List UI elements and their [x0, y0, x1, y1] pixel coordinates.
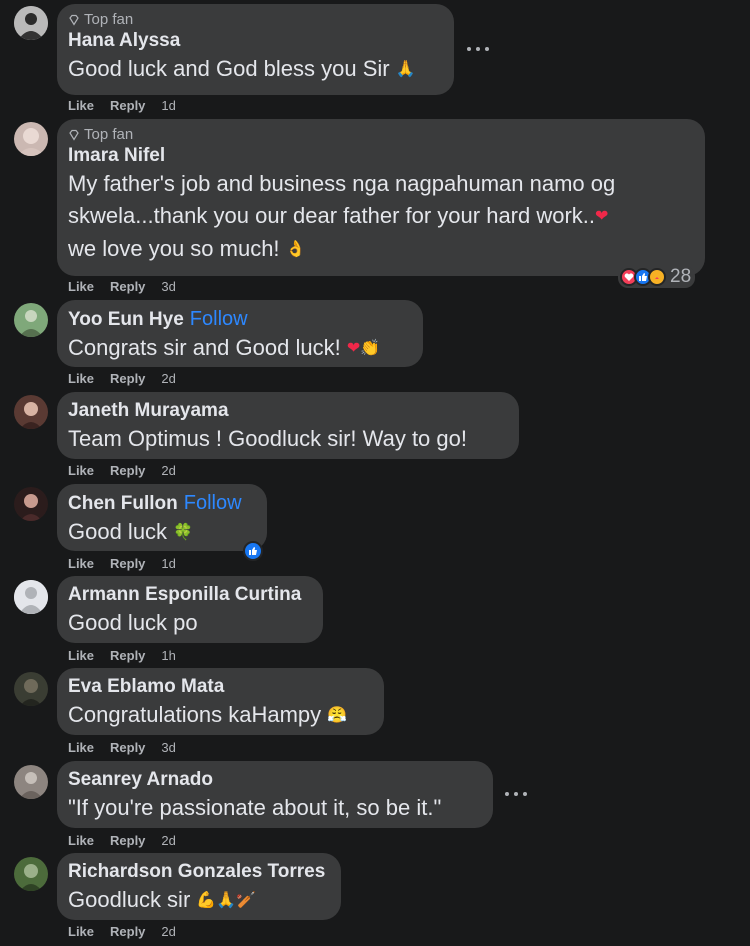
avatar[interactable] — [14, 672, 48, 706]
comment-bubble: Janeth Murayama Team Optimus ! Goodluck … — [57, 392, 519, 459]
like-button[interactable]: Like — [68, 924, 94, 940]
heart-clap-emoji: ❤👏 — [346, 340, 381, 358]
timestamp[interactable]: 2d — [161, 371, 175, 387]
comment-bubble: Richardson Gonzales Torres Goodluck sir … — [57, 853, 341, 920]
commenter-name[interactable]: Imara Nifel — [68, 144, 693, 168]
reaction-count: 28 — [670, 266, 692, 287]
avatar[interactable] — [14, 303, 48, 337]
reply-button[interactable]: Reply — [110, 648, 145, 664]
commenter-name[interactable]: Eva Eblamo Mata — [68, 675, 372, 699]
reply-button[interactable]: Reply — [110, 556, 145, 572]
comment-text-line: My father's job and business nga nagpahu… — [68, 171, 616, 196]
comment-text: "If you're passionate about it, so be it… — [68, 795, 442, 820]
follow-button[interactable]: Follow — [184, 491, 242, 515]
avatar[interactable] — [14, 6, 48, 40]
like-button[interactable]: Like — [68, 833, 94, 849]
like-button[interactable]: Like — [68, 648, 94, 664]
comment-bubble: Eva Eblamo Mata Congratulations kaHampy … — [57, 668, 384, 735]
avatar[interactable] — [14, 765, 48, 799]
commenter-name[interactable]: Janeth Murayama — [68, 399, 507, 423]
care-reaction-icon — [648, 268, 666, 286]
triumph-face-emoji: 😤 — [327, 707, 348, 725]
timestamp[interactable]: 3d — [161, 279, 175, 295]
folded-hands-emoji: 🙏 — [395, 61, 416, 79]
timestamp[interactable]: 1h — [161, 648, 175, 664]
reply-button[interactable]: Reply — [110, 463, 145, 479]
reply-button[interactable]: Reply — [110, 371, 145, 387]
like-reaction-icon[interactable] — [243, 541, 263, 561]
like-button[interactable]: Like — [68, 98, 94, 114]
timestamp[interactable]: 2d — [161, 833, 175, 849]
avatar[interactable] — [14, 395, 48, 429]
avatar[interactable] — [14, 580, 48, 614]
comment-text: Good luck po — [68, 610, 198, 635]
timestamp[interactable]: 2d — [161, 924, 175, 940]
top-fan-badge: Top fan — [68, 11, 442, 29]
comment-text-line: skwela...thank you our dear father for y… — [68, 200, 693, 233]
timestamp[interactable]: 1d — [161, 98, 175, 114]
timestamp[interactable]: 2d — [161, 463, 175, 479]
reply-button[interactable]: Reply — [110, 98, 145, 114]
comment-text: Congrats sir and Good luck! ❤👏 — [68, 332, 411, 365]
reactions-summary[interactable]: 28 — [618, 266, 696, 288]
top-fan-badge: Top fan — [68, 126, 693, 144]
commenter-name[interactable]: Richardson Gonzales Torres — [68, 860, 329, 884]
follow-button[interactable]: Follow — [190, 307, 248, 331]
comment-bubble: Top fan Imara Nifel My father's job and … — [57, 119, 705, 276]
like-button[interactable]: Like — [68, 556, 94, 572]
like-button[interactable]: Like — [68, 463, 94, 479]
avatar[interactable] — [14, 122, 48, 156]
avatar[interactable] — [14, 487, 48, 521]
like-button[interactable]: Like — [68, 371, 94, 387]
like-button[interactable]: Like — [68, 279, 94, 295]
commenter-name[interactable]: Seanrey Arnado — [68, 768, 481, 792]
commenter-name[interactable]: Yoo Eun Hye — [68, 308, 184, 332]
commenter-name[interactable]: Hana Alyssa — [68, 29, 442, 53]
comment-text: Team Optimus ! Goodluck sir! Way to go! — [68, 426, 467, 451]
avatar[interactable] — [14, 857, 48, 891]
diamond-icon — [69, 129, 79, 141]
four-leaf-clover-emoji: 🍀 — [173, 524, 194, 542]
comment-bubble: Seanrey Arnado "If you're passionate abo… — [57, 761, 493, 828]
comment-bubble: Top fan Hana Alyssa Good luck and God bl… — [57, 4, 454, 95]
comment-text-line: we love you so much! 👌 — [68, 233, 693, 266]
timestamp[interactable]: 3d — [161, 740, 175, 756]
comment-bubble: Armann Esponilla Curtina Good luck po — [57, 576, 323, 643]
comment-bubble: Yoo Eun Hye Follow Congrats sir and Good… — [57, 300, 423, 367]
comment-text: Good luck 🍀 — [68, 516, 255, 549]
comment-bubble: Chen Fullon Follow Good luck 🍀 — [57, 484, 267, 551]
flexed-biceps-emoji: 💪🙏🏏 — [196, 892, 257, 910]
like-button[interactable]: Like — [68, 740, 94, 756]
ok-hand-emoji: 👌 — [285, 241, 306, 259]
more-options-icon[interactable] — [505, 788, 527, 800]
diamond-icon — [69, 14, 79, 26]
reply-button[interactable]: Reply — [110, 924, 145, 940]
reply-button[interactable]: Reply — [110, 833, 145, 849]
comment-text: Congratulations kaHampy 😤 — [68, 699, 372, 732]
comment-text: Goodluck sir 💪🙏🏏 — [68, 884, 329, 917]
comment-text: Good luck and God bless you Sir 🙏 — [68, 53, 442, 86]
reply-button[interactable]: Reply — [110, 740, 145, 756]
red-heart-emoji: ❤ — [595, 208, 609, 226]
commenter-name[interactable]: Chen Fullon — [68, 492, 178, 516]
commenter-name[interactable]: Armann Esponilla Curtina — [68, 583, 311, 607]
more-options-icon[interactable] — [467, 43, 489, 55]
reply-button[interactable]: Reply — [110, 279, 145, 295]
timestamp[interactable]: 1d — [161, 556, 175, 572]
